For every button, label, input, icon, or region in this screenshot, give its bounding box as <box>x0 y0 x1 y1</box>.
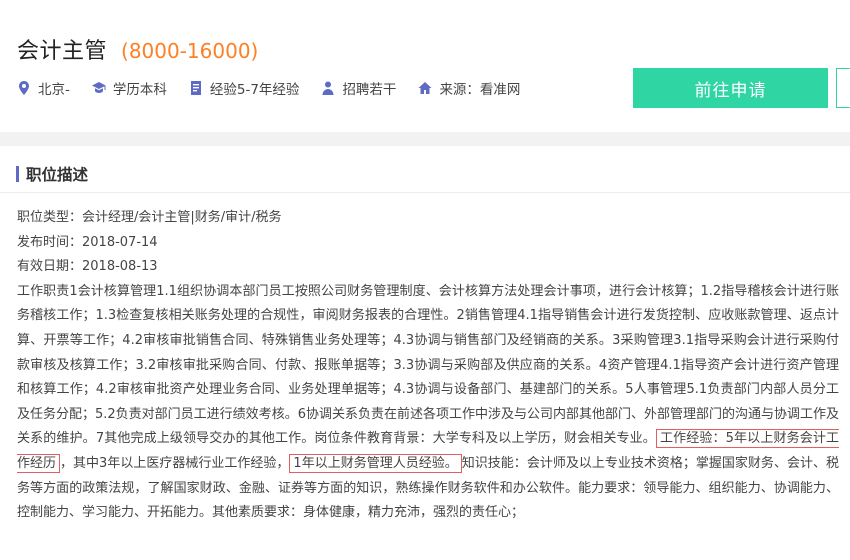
highlight-management: 1年以上财务管理人员经验。 <box>289 453 462 473</box>
meta-experience: 经验5-7年经验 <box>189 78 300 98</box>
meta-headcount: 招聘若干 <box>321 78 396 98</box>
meta-experience-text: 经验5-7年经验 <box>209 82 300 98</box>
section-divider <box>0 192 850 193</box>
apply-button[interactable]: 前往申请 <box>633 68 828 108</box>
job-salary: (8000-16000) <box>121 39 259 63</box>
meta-location-text: 北京- <box>38 82 70 98</box>
graduation-cap-icon <box>91 82 106 93</box>
job-title: 会计主管 <box>17 39 108 64</box>
section-header: 职位描述 <box>16 163 88 185</box>
meta-education: 学历本科 <box>91 78 167 98</box>
meta-headcount-text: 招聘若干 <box>342 82 397 98</box>
job-meta-row: 北京- 学历本科 经验5-7年经验 招聘若干 来源：看准网 <box>17 78 542 98</box>
section-title: 职位描述 <box>26 166 89 184</box>
valid-date: 有效日期：2018-08-13 <box>17 259 158 275</box>
job-title-row: 会计主管 (8000-16000) <box>17 33 258 65</box>
meta-location: 北京- <box>17 78 70 98</box>
duties-text: 工作职责1会计核算管理1.1组织协调本部门员工按照公司财务管理制度、会计核算方法… <box>17 283 839 447</box>
meta-source: 来源：看准网 <box>418 78 520 98</box>
location-pin-icon <box>19 81 29 95</box>
meta-education-text: 学历本科 <box>112 82 167 98</box>
job-description-card: 职位描述 职位类型：会计经理/会计主管|财务/审计/税务 发布时间：2018-0… <box>0 146 850 560</box>
person-icon <box>322 81 334 95</box>
home-icon <box>418 82 432 94</box>
description-body: 职位类型：会计经理/会计主管|财务/审计/税务 发布时间：2018-07-14 … <box>17 206 839 526</box>
section-accent-bar <box>16 166 19 182</box>
secondary-action-button[interactable] <box>836 68 850 108</box>
duties-middle-text: ，其中3年以上医疗器械行业工作经验， <box>60 455 290 471</box>
meta-source-text: 来源：看准网 <box>439 82 521 98</box>
document-icon <box>190 81 201 95</box>
job-header-card: 会计主管 (8000-16000) 北京- 学历本科 经验5-7年经验 招聘若干… <box>0 0 850 132</box>
job-duties: 工作职责1会计核算管理1.1组织协调本部门员工按照公司财务管理制度、会计核算方法… <box>17 280 839 526</box>
publish-date: 发布时间：2018-07-14 <box>17 234 158 250</box>
job-category: 职位类型：会计经理/会计主管|财务/审计/税务 <box>17 210 282 225</box>
